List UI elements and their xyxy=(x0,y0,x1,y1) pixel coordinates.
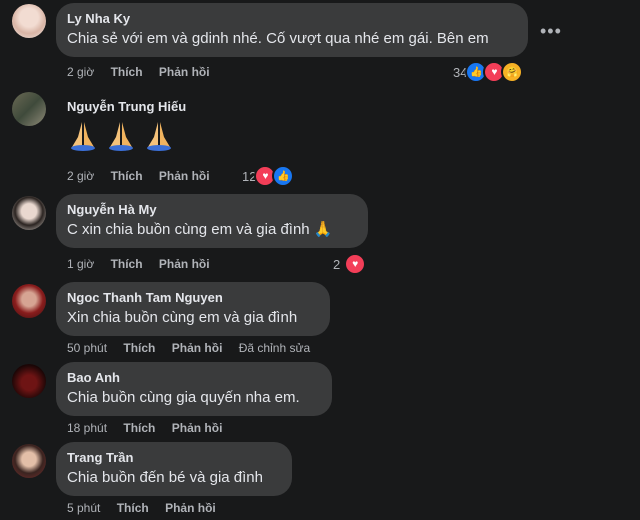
comment-bubble: Trang Trần Chia buồn đến bé và gia đình xyxy=(56,442,292,496)
comment-actions: 5 phút Thích Phản hồi xyxy=(67,500,229,516)
comment-actions: 50 phút Thích Phản hồi Đã chỉnh sửa xyxy=(67,340,323,356)
folded-hands-icon xyxy=(71,122,95,151)
comment-actions: 1 giờ Thích Phản hồi xyxy=(67,256,223,272)
reply-button[interactable]: Phản hồi xyxy=(159,169,210,183)
avatar[interactable] xyxy=(12,196,46,230)
reactions[interactable]: 12 ♥ 👍 xyxy=(242,165,295,187)
comment-time[interactable]: 1 giờ xyxy=(67,257,94,271)
commenter-name[interactable]: Nguyễn Hà My xyxy=(67,201,356,218)
folded-hands-icon xyxy=(109,122,133,151)
like-icon: 👍 xyxy=(272,165,295,187)
commenter-name[interactable]: Ngoc Thanh Tam Nguyen xyxy=(67,289,318,306)
avatar[interactable] xyxy=(12,4,46,38)
like-button[interactable]: Thích xyxy=(117,501,149,515)
comment-time[interactable]: 5 phút xyxy=(67,501,100,515)
reply-button[interactable]: Phản hồi xyxy=(159,65,210,79)
like-button[interactable]: Thích xyxy=(111,169,143,183)
edited-label[interactable]: Đã chỉnh sửa xyxy=(239,341,310,355)
more-options-icon[interactable]: ••• xyxy=(540,22,561,42)
emoji-row xyxy=(67,119,186,151)
comment-time[interactable]: 2 giờ xyxy=(67,65,94,79)
reply-button[interactable]: Phản hồi xyxy=(172,341,223,355)
reply-button[interactable]: Phản hồi xyxy=(159,257,210,271)
comment-text: Chia buồn đến bé và gia đình xyxy=(67,469,263,486)
comment-text: Chia sẻ với em và gdinh nhé. Cố vượt qua… xyxy=(67,30,489,47)
comment-actions: 2 giờ Thích Phản hồi xyxy=(67,168,223,184)
commenter-name[interactable]: Nguyễn Trung Hiếu xyxy=(67,98,186,115)
reply-button[interactable]: Phản hồi xyxy=(172,421,223,435)
avatar[interactable] xyxy=(12,364,46,398)
folded-hands-icon xyxy=(147,122,171,151)
love-icon: ♥ xyxy=(344,253,367,275)
comment-bubble: Ngoc Thanh Tam Nguyen Xin chia buồn cùng… xyxy=(56,282,330,336)
avatar[interactable] xyxy=(12,444,46,478)
care-icon: 🤗 xyxy=(501,61,524,83)
comment-text: Xin chia buồn cùng em và gia đình xyxy=(67,309,298,326)
reaction-count: 2 xyxy=(333,256,341,272)
reply-button[interactable]: Phản hồi xyxy=(165,501,216,515)
comment-bubble: Ly Nha Ky Chia sẻ với em và gdinh nhé. C… xyxy=(56,3,528,57)
comment-time[interactable]: 2 giờ xyxy=(67,169,94,183)
like-button[interactable]: Thích xyxy=(111,65,143,79)
comment-actions: 18 phút Thích Phản hồi xyxy=(67,420,235,436)
commenter-name[interactable]: Ly Nha Ky xyxy=(67,10,516,27)
reactions[interactable]: 2 ♥ xyxy=(333,253,367,275)
comment-actions: 2 giờ Thích Phản hồi xyxy=(67,64,223,80)
avatar[interactable] xyxy=(12,284,46,318)
comment-text: C xin chia buồn cùng em và gia đình 🙏 xyxy=(67,221,333,238)
comment-text: Chia buồn cùng gia quyến nha em. xyxy=(67,389,300,406)
like-button[interactable]: Thích xyxy=(123,341,155,355)
commenter-name[interactable]: Trang Trần xyxy=(67,449,280,466)
comment-bubble: Nguyễn Hà My C xin chia buồn cùng em và … xyxy=(56,194,368,248)
comment-time[interactable]: 18 phút xyxy=(67,421,107,435)
comment-bubble: Bao Anh Chia buồn cùng gia quyến nha em. xyxy=(56,362,332,416)
comment-time[interactable]: 50 phút xyxy=(67,341,107,355)
commenter-name[interactable]: Bao Anh xyxy=(67,369,320,386)
avatar[interactable] xyxy=(12,92,46,126)
like-button[interactable]: Thích xyxy=(111,257,143,271)
like-button[interactable]: Thích xyxy=(123,421,155,435)
reactions[interactable]: 34 👍 ♥ 🤗 xyxy=(453,61,524,83)
